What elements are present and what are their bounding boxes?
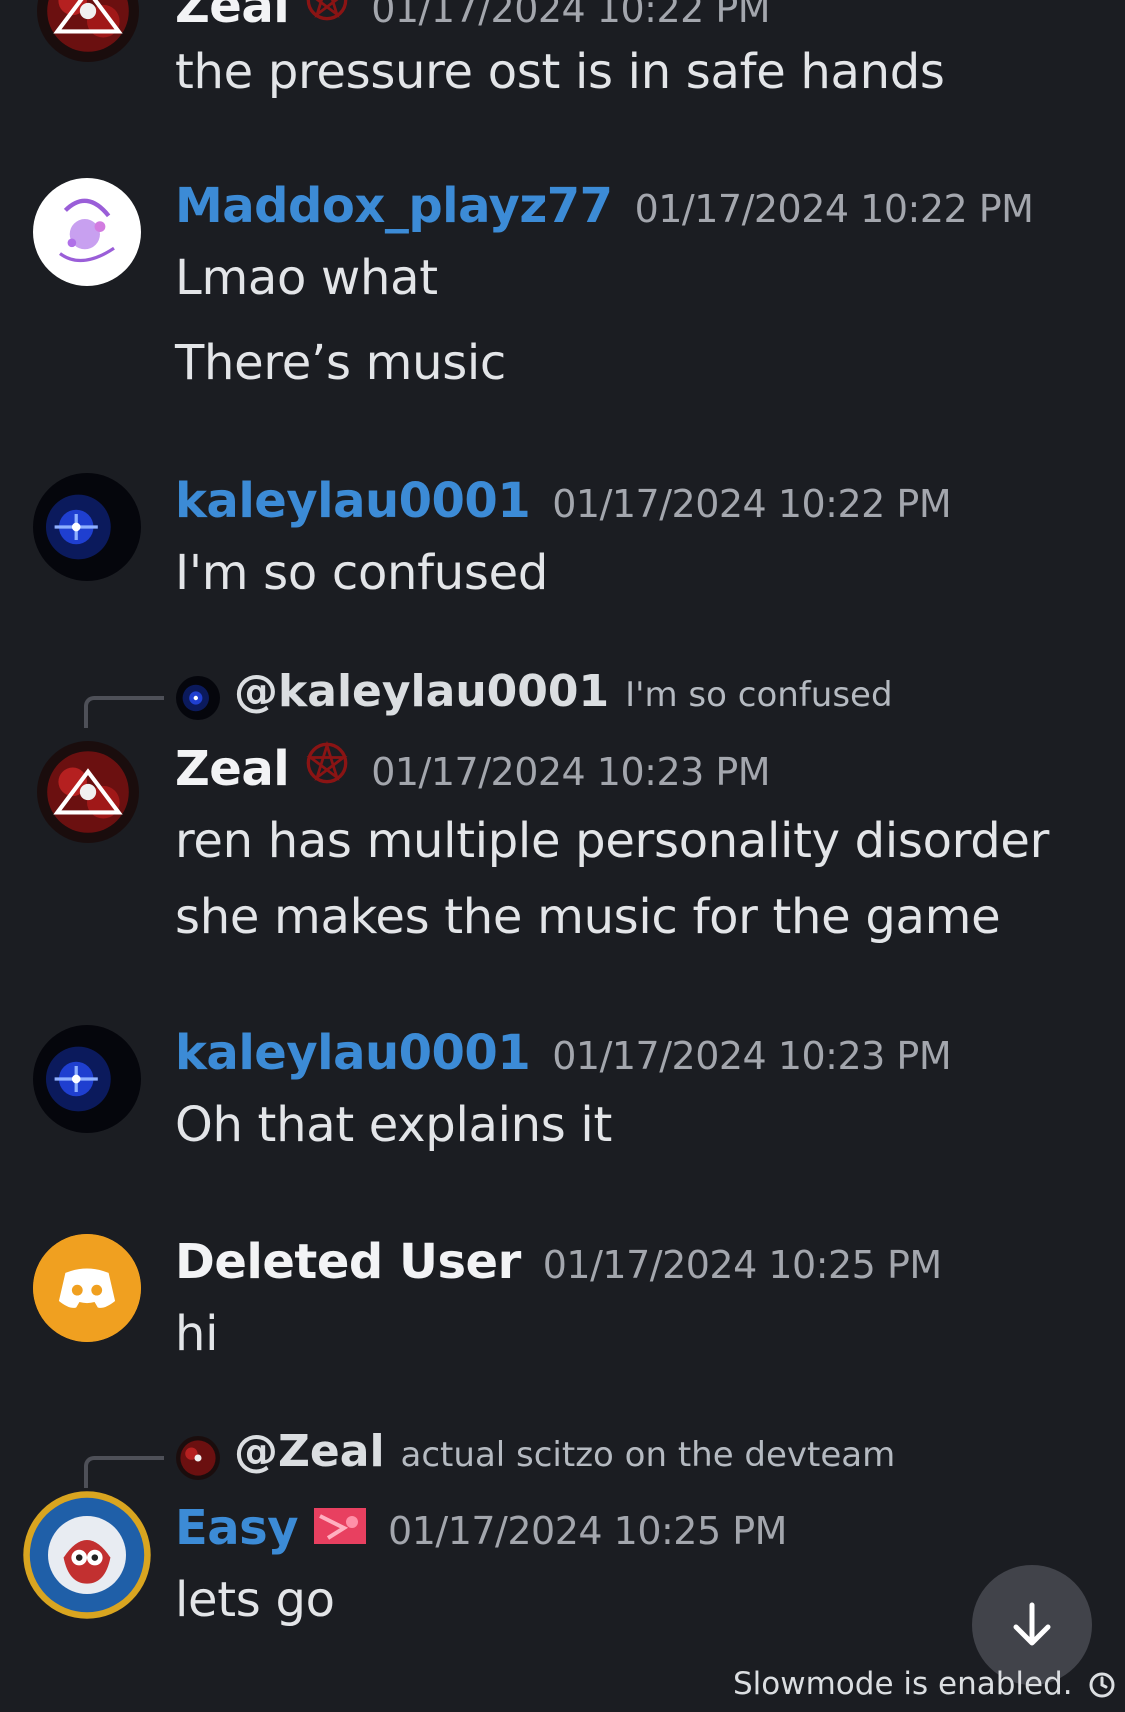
reply-preview[interactable]: @kaleylau0001 I'm so confused (84, 666, 1084, 728)
message-text: the pressure ost is in safe hands (175, 44, 945, 100)
message-header: Zeal 01/17/2024 10:23 PM (175, 740, 771, 797)
slowmode-notice: Slowmode is enabled. (733, 1666, 1117, 1702)
message-header: Deleted User 01/17/2024 10:25 PM (175, 1234, 942, 1290)
timestamp: 01/17/2024 10:22 PM (371, 0, 771, 31)
username[interactable]: kaleylau0001 (175, 1025, 531, 1081)
reply-preview[interactable]: @Zeal actual scitzo on the devteam (84, 1426, 1084, 1488)
avatar[interactable] (33, 1234, 141, 1342)
avatar[interactable] (33, 178, 141, 286)
message-header: kaleylau0001 01/17/2024 10:22 PM (175, 473, 952, 529)
arrow-down-icon (1013, 1602, 1051, 1646)
message-text: Oh that explains it (175, 1097, 612, 1153)
kaley-avatar-image (33, 1025, 141, 1133)
message-text: hi (175, 1306, 219, 1362)
avatar[interactable] (37, 0, 139, 62)
reply-avatar (176, 676, 220, 720)
timestamp: 01/17/2024 10:23 PM (371, 750, 771, 794)
avatar[interactable] (37, 741, 139, 843)
avatar[interactable] (33, 473, 141, 581)
reply-connector (84, 696, 164, 728)
flag-icon (314, 1508, 367, 1548)
timestamp: 01/17/2024 10:25 PM (542, 1243, 942, 1287)
username[interactable]: Zeal (175, 0, 290, 34)
username[interactable]: kaleylau0001 (175, 473, 531, 529)
message-header: Easy 01/17/2024 10:25 PM (175, 1500, 787, 1556)
slowmode-text: Slowmode is enabled. (733, 1666, 1073, 1702)
message-header: Maddox_playz77 01/17/2024 10:22 PM (175, 178, 1034, 234)
pentagram-icon (305, 740, 349, 789)
timestamp: 01/17/2024 10:22 PM (552, 482, 952, 526)
reply-author: @kaleylau0001 I'm so confused (234, 666, 893, 717)
timestamp: 01/17/2024 10:23 PM (552, 1034, 952, 1078)
reply-author-name[interactable]: @kaleylau0001 (234, 666, 609, 717)
username[interactable]: Easy (175, 1500, 299, 1556)
discord-logo-icon (33, 1234, 141, 1342)
chat-message-list[interactable]: Zeal 01/17/2024 10:22 PM the pressure os… (0, 0, 1125, 1712)
pentagram-icon (305, 0, 349, 26)
message-text: There’s music (175, 335, 507, 391)
reply-author: @Zeal actual scitzo on the devteam (234, 1426, 895, 1477)
message-text: I'm so confused (175, 545, 549, 601)
message-header: Zeal 01/17/2024 10:22 PM (175, 0, 771, 34)
reply-author-name[interactable]: @Zeal (234, 1426, 385, 1477)
username[interactable]: Deleted User (175, 1234, 521, 1290)
username[interactable]: Maddox_playz77 (175, 178, 613, 234)
zeal-avatar-image (37, 741, 139, 843)
reply-snippet: I'm so confused (625, 675, 893, 715)
reply-snippet: actual scitzo on the devteam (400, 1435, 896, 1475)
kaley-avatar-image (33, 473, 141, 581)
maddox-avatar-image (33, 178, 141, 286)
message-header: kaleylau0001 01/17/2024 10:23 PM (175, 1025, 952, 1081)
message-text: ren has multiple personality disorder (175, 813, 1050, 869)
timestamp: 01/17/2024 10:22 PM (634, 187, 1034, 231)
timestamp: 01/17/2024 10:25 PM (388, 1509, 787, 1553)
message-text: Lmao what (175, 250, 438, 306)
avatar[interactable] (33, 1025, 141, 1133)
zeal-avatar-image (37, 0, 139, 62)
message-text: she makes the music for the game (175, 889, 1001, 945)
message-text: lets go (175, 1572, 335, 1628)
timer-icon (1089, 1672, 1115, 1698)
reply-connector (84, 1456, 164, 1488)
easy-avatar-image (23, 1491, 151, 1619)
username[interactable]: Zeal (175, 741, 290, 797)
avatar[interactable] (22, 1490, 152, 1620)
reply-avatar (176, 1436, 220, 1480)
